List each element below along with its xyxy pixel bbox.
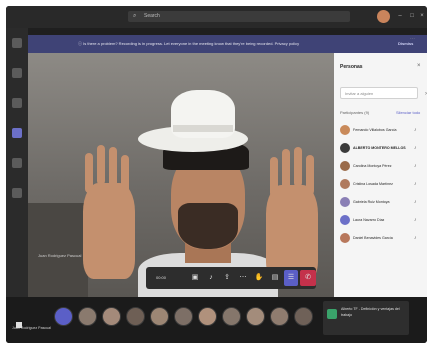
avatar — [340, 125, 350, 135]
finger — [109, 147, 117, 187]
share-icon[interactable]: ⇪ — [222, 273, 232, 283]
close-icon[interactable]: × — [418, 12, 426, 20]
search-input[interactable]: ⌕ Search — [128, 11, 350, 22]
mic-icon: ♪ — [414, 217, 417, 223]
people-panel: Personas × Invitar a alguien › Participa… — [334, 53, 427, 297]
participant-item[interactable]: Fernando Villalobos García ♪ — [340, 123, 424, 137]
avatar — [340, 197, 350, 207]
finger — [306, 155, 314, 195]
panel-close-icon[interactable]: × — [417, 63, 421, 69]
mic-icon[interactable]: ♪ — [206, 273, 216, 283]
gallery-thumbnail[interactable] — [150, 307, 169, 326]
participant-item[interactable]: Gabriela Ruiz Montoya ♪ — [340, 195, 424, 209]
finger — [121, 155, 129, 195]
participant-name: Laura Navarro Díaz — [353, 218, 385, 222]
finger — [270, 157, 278, 197]
raise-hand-icon[interactable]: ✋ — [254, 273, 264, 283]
search-placeholder: Search — [144, 13, 160, 19]
finger — [294, 147, 302, 187]
avatar — [340, 215, 350, 225]
mic-icon: ♪ — [414, 181, 417, 187]
app-rail — [6, 28, 28, 343]
gallery-thumbnail[interactable] — [78, 307, 97, 326]
invite-placeholder: Invitar a alguien — [345, 91, 374, 96]
participant-name: Cristina Losada Martínez — [353, 182, 393, 186]
participant-item[interactable]: Cristina Losada Martínez ♪ — [340, 177, 424, 191]
video-stage: Juan Rodriguez Pascual 00:00 ▣ ♪ ⇪ ⋯ ✋ ▤… — [28, 53, 334, 297]
gallery-thumbnail[interactable] — [222, 307, 241, 326]
mic-icon: ♪ — [414, 235, 417, 241]
gallery-thumbnail[interactable] — [126, 307, 145, 326]
left-hand — [83, 145, 135, 279]
participant-name: Fernando Villalobos García — [353, 128, 397, 132]
participant-beard — [178, 203, 238, 249]
maximize-icon[interactable]: □ — [408, 12, 416, 20]
mic-icon: ♪ — [414, 199, 417, 205]
avatar — [340, 233, 350, 243]
rail-files-icon[interactable] — [12, 188, 22, 198]
participants-section-label: Participantes (9) — [340, 110, 370, 115]
participant-name: Gabriela Ruiz Montoya — [353, 200, 390, 204]
title-bar: ⌕ Search – □ × — [6, 6, 427, 28]
gallery-thumbnail[interactable] — [246, 307, 265, 326]
banner-message: ⓘ Is there a problem? Recording is in pr… — [78, 41, 300, 46]
participants-icon[interactable]: ☰ — [284, 270, 298, 286]
participant-gallery: Juan Rodriguez Pascual Alberto TF - Defi… — [6, 297, 427, 343]
mic-icon: ♪ — [414, 145, 417, 151]
gallery-thumbnail[interactable] — [102, 307, 121, 326]
rail-calendar-icon[interactable] — [12, 128, 22, 138]
gallery-thumbnail[interactable] — [198, 307, 217, 326]
call-timer: 00:00 — [156, 275, 167, 280]
invite-input[interactable]: Invitar a alguien › — [340, 87, 427, 99]
avatar — [340, 143, 350, 153]
panel-title: Personas — [340, 64, 363, 70]
video-icon[interactable]: ▣ — [190, 273, 200, 283]
avatar — [340, 179, 350, 189]
search-icon: ⌕ — [133, 13, 137, 19]
participant-item[interactable]: Daniel Benavides García ♪ — [340, 231, 424, 245]
profile-avatar[interactable] — [377, 10, 390, 23]
self-view-icon — [16, 322, 22, 328]
recording-banner: ⓘ Is there a problem? Recording is in pr… — [28, 35, 427, 53]
finger — [85, 153, 93, 193]
hat-band — [173, 125, 233, 132]
chat-notification-text: Alberto TF - Definición y ventajas del t… — [341, 307, 400, 317]
gallery-thumbnail[interactable] — [54, 307, 73, 326]
call-controls: 00:00 ▣ ♪ ⇪ ⋯ ✋ ▤ ☰ ✆ — [146, 267, 316, 289]
mute-all-link[interactable]: Silenciar todo — [396, 110, 420, 115]
video-shelf — [28, 203, 88, 297]
chat-notification[interactable]: Alberto TF - Definición y ventajas del t… — [323, 301, 409, 335]
participant-name: Carolina Montoya Pérez — [353, 164, 392, 168]
teams-window: ⌕ Search – □ × ⓘ Is there a problem? Rec… — [6, 6, 427, 343]
participant-name: Daniel Benavides García — [353, 236, 393, 240]
invite-go-icon[interactable]: › — [425, 88, 427, 100]
more-icon[interactable]: ⋯ — [238, 273, 248, 283]
document-icon — [327, 309, 337, 319]
rail-calls-icon[interactable] — [12, 158, 22, 168]
finger — [97, 145, 105, 185]
participant-name: ALBERTO MONTERO MELLOS — [353, 146, 406, 150]
participant-item[interactable]: ALBERTO MONTERO MELLOS ♪ — [340, 141, 424, 155]
participant-item[interactable]: Laura Navarro Díaz ♪ — [340, 213, 424, 227]
participant-caption: Juan Rodriguez Pascual — [38, 253, 82, 258]
gallery-thumbnail[interactable] — [174, 307, 193, 326]
mic-icon: ♪ — [414, 127, 417, 133]
rail-chat-icon[interactable] — [12, 68, 22, 78]
mic-icon: ♪ — [414, 163, 417, 169]
gallery-thumbnail[interactable] — [294, 307, 313, 326]
gallery-thumbnail[interactable] — [270, 307, 289, 326]
rail-teams-icon[interactable] — [12, 98, 22, 108]
avatar — [340, 161, 350, 171]
finger — [282, 149, 290, 189]
minimize-icon[interactable]: – — [396, 12, 404, 20]
chat-icon[interactable]: ▤ — [270, 273, 280, 283]
rail-activity-icon[interactable] — [12, 38, 22, 48]
more-options-icon[interactable]: ⋯ — [410, 36, 415, 42]
participant-item[interactable]: Carolina Montoya Pérez ♪ — [340, 159, 424, 173]
hang-up-icon[interactable]: ✆ — [300, 270, 316, 286]
